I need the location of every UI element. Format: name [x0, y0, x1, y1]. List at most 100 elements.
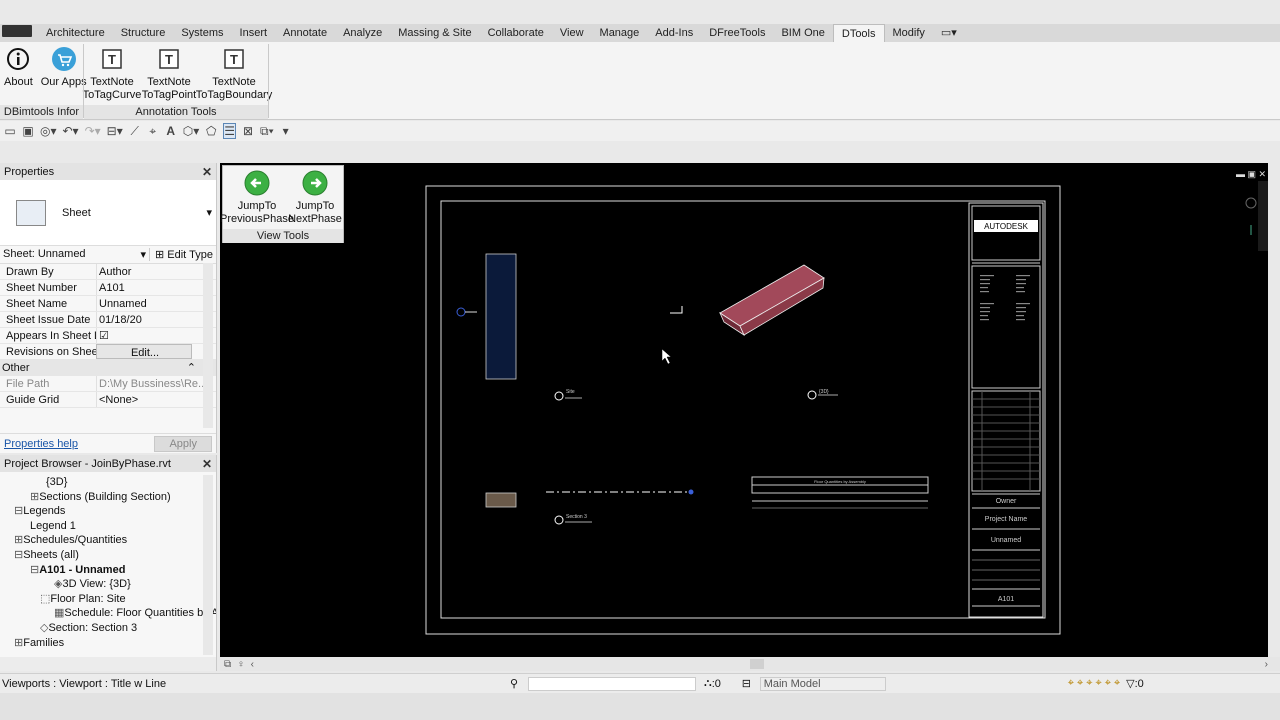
print-icon[interactable]: ⊟▾	[107, 124, 123, 138]
property-row[interactable]: Drawn By Author	[0, 264, 216, 280]
property-row[interactable]: Appears In Sheet L...☑	[0, 328, 216, 344]
switch-windows-icon[interactable]: ⧉▾	[260, 124, 274, 139]
viewport-title-marker	[554, 515, 564, 525]
contextual-tab-dropdown[interactable]: ▭▾	[933, 24, 965, 42]
close-icon[interactable]: ✕	[202, 457, 212, 471]
editable-only-icon[interactable]: ⛬	[704, 677, 712, 690]
undo-icon[interactable]: ↶▾	[63, 124, 79, 138]
tab-systems[interactable]: Systems	[173, 24, 231, 42]
tab-add-ins[interactable]: Add-Ins	[647, 24, 701, 42]
property-value[interactable]: Author	[96, 264, 216, 279]
property-row[interactable]: Sheet Number A101	[0, 280, 216, 296]
tab-collaborate[interactable]: Collaborate	[480, 24, 552, 42]
property-value[interactable]: Unnamed	[96, 296, 216, 311]
textnote-to-tag-curve-button[interactable]: T TextNote ToTagCurve	[83, 46, 141, 102]
properties-help-link[interactable]: Properties help	[4, 438, 78, 450]
jump-to-next-phase-button[interactable]: JumpTo NextPhase	[287, 170, 343, 226]
tab-dfreetools[interactable]: DFreeTools	[701, 24, 773, 42]
3d-view-icon[interactable]: ⬡▾	[183, 124, 200, 138]
collapse-icon: ⌃	[186, 362, 196, 374]
browser-tree-item[interactable]: ⊟ Sheets (all)	[0, 548, 216, 563]
panel-divider	[268, 44, 269, 118]
tab-insert[interactable]: Insert	[232, 24, 276, 42]
property-value[interactable]: D:\My Bussiness\Re...	[96, 376, 216, 391]
property-row[interactable]: File Path D:\My Bussiness\Re...	[0, 376, 216, 392]
properties-scrollbar[interactable]	[203, 263, 213, 428]
properties-grid-other: File Path D:\My Bussiness\Re... Guide Grid…	[0, 376, 216, 408]
text-icon[interactable]: A	[165, 124, 177, 138]
design-options-icon[interactable]: ⊟	[742, 677, 760, 690]
type-selector[interactable]: Sheet ▾	[0, 180, 216, 246]
edit-type-button[interactable]: ⊞ Edit Type	[150, 248, 213, 261]
instance-filter-dropdown[interactable]: Sheet: Unnamed ▾	[0, 248, 150, 261]
property-row[interactable]: Sheet Name Unnamed	[0, 296, 216, 312]
property-value[interactable]: <None>	[96, 392, 216, 407]
thin-lines-icon[interactable]: ☰	[223, 123, 236, 139]
tag-icon[interactable]: ⌖	[147, 124, 159, 139]
open-icon[interactable]: ▭	[4, 124, 16, 138]
tab-annotate[interactable]: Annotate	[275, 24, 335, 42]
view-window-controls: ▬ ▣ ✕	[1236, 169, 1266, 179]
sync-icon[interactable]: ◎▾	[40, 124, 57, 138]
save-icon[interactable]: ▣	[22, 124, 34, 138]
property-value[interactable]: ☑	[96, 328, 216, 343]
browser-hscrollbar[interactable]	[0, 657, 216, 671]
browser-tree-item[interactable]: Legend 1	[0, 519, 216, 534]
application-menu-button[interactable]	[2, 25, 32, 37]
textnote-to-tag-boundary-button[interactable]: T TextNote ToTagBoundary	[196, 46, 272, 102]
tab-structure[interactable]: Structure	[113, 24, 174, 42]
browser-tree-item[interactable]: ⊟ Legends	[0, 504, 216, 519]
tab-view[interactable]: View	[552, 24, 592, 42]
close-hidden-icon[interactable]: ⊠	[242, 124, 254, 138]
tab-bim-one[interactable]: BIM One	[773, 24, 832, 42]
horizontal-scroll-thumb[interactable]	[749, 659, 764, 669]
section-icon[interactable]: ⬠	[205, 124, 217, 138]
selection-toggles[interactable]: ⌖ ⌖ ⌖ ⌖ ⌖ ⌖	[1068, 677, 1120, 690]
measure-icon[interactable]: ⟋	[129, 124, 141, 139]
filter-icon[interactable]: ▽	[1126, 677, 1134, 690]
tab-modify[interactable]: Modify	[885, 24, 933, 42]
view-scale-icon[interactable]: ⧉	[224, 659, 231, 670]
worksets-icon[interactable]: ⚲	[510, 677, 528, 690]
browser-tree-item[interactable]: ◈ 3D View: {3D}	[0, 577, 216, 592]
browser-tree-item[interactable]: ◇ Section: Section 3	[0, 621, 216, 636]
property-value[interactable]: A101	[96, 280, 216, 295]
redo-icon[interactable]: ↷▾	[85, 124, 101, 138]
about-button[interactable]: About	[4, 46, 33, 89]
browser-tree-item[interactable]: ⬚ Floor Plan: Site	[0, 592, 216, 607]
browser-tree-item[interactable]: ▦ Schedule: Floor Quantities by As	[0, 606, 216, 621]
property-value[interactable]: Edit...	[96, 344, 192, 359]
apply-button[interactable]: Apply	[154, 435, 212, 452]
jump-to-previous-phase-button[interactable]: JumpTo PreviousPhase	[220, 170, 294, 226]
tab-architecture[interactable]: Architecture	[38, 24, 113, 42]
browser-tree-item[interactable]: ⊟ A101 - Unnamed	[0, 563, 216, 578]
detail-level-icon[interactable]: ♀	[237, 659, 245, 670]
design-option-dropdown[interactable]: Main Model	[759, 676, 886, 691]
scroll-right-icon[interactable]: ›	[1265, 659, 1268, 670]
property-row[interactable]: Sheet Issue Date 01/18/20	[0, 312, 216, 328]
browser-scrollbar[interactable]	[203, 475, 213, 655]
tab-massing-site[interactable]: Massing & Site	[390, 24, 479, 42]
browser-tree-item[interactable]: ⊞ Families	[0, 636, 216, 651]
property-row[interactable]: Revisions on Sheet Edit...	[0, 344, 216, 360]
tab-manage[interactable]: Manage	[592, 24, 648, 42]
tab-dtools[interactable]: DTools	[832, 24, 885, 42]
navigation-bar[interactable]	[1258, 181, 1268, 251]
scroll-left-icon[interactable]: ‹	[251, 659, 254, 670]
browser-tree-item[interactable]: ⊞ Sections (Building Section)	[0, 490, 216, 505]
property-key: Sheet Issue Date	[6, 314, 91, 326]
group-other[interactable]: Other ⌃	[0, 360, 216, 376]
textnote-to-tag-point-button[interactable]: T TextNote ToTagPoint	[142, 46, 196, 102]
consultant-text	[980, 275, 1030, 321]
property-row[interactable]: Guide Grid <None>	[0, 392, 216, 408]
browser-tree-item[interactable]: ⊞ Schedules/Quantities	[0, 533, 216, 548]
tab-analyze[interactable]: Analyze	[335, 24, 390, 42]
customize-toolbar-icon[interactable]: ▾	[280, 124, 292, 138]
workset-dropdown[interactable]	[528, 676, 696, 691]
status-bar: Viewports : Viewport : Title w Line ⚲ ⛬ …	[0, 673, 1280, 693]
our-apps-button[interactable]: Our Apps	[41, 46, 87, 89]
drawing-area[interactable]: AUTODESK Owner Project Name Unnamed A101…	[220, 163, 1268, 657]
close-icon[interactable]: ✕	[202, 165, 212, 179]
browser-tree-item[interactable]: {3D}	[0, 475, 216, 490]
property-value[interactable]: 01/18/20	[96, 312, 216, 327]
